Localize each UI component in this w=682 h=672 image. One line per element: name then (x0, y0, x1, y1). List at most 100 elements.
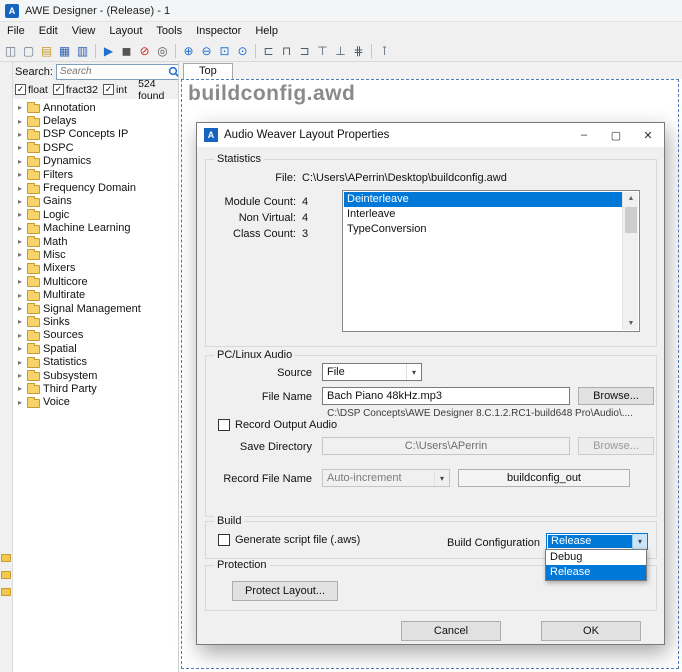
protect-layout-button[interactable]: Protect Layout... (232, 581, 338, 601)
no-entry-icon[interactable]: ⊘ (136, 42, 153, 59)
minimize-icon[interactable]: – (568, 123, 600, 147)
new-file-icon[interactable]: ▢ (20, 42, 37, 59)
zoom-out-icon[interactable]: ⊖ (198, 42, 215, 59)
menu-inspector[interactable]: Inspector (189, 23, 248, 39)
tree-item-sinks[interactable]: ▸Sinks (13, 315, 178, 328)
menu-edit[interactable]: Edit (32, 23, 65, 39)
tree-item-voice[interactable]: ▸Voice (13, 396, 178, 409)
config-option-debug[interactable]: Debug (546, 550, 646, 565)
filter-fract32[interactable]: ✓fract32 (53, 84, 98, 96)
tree-item-subsystem[interactable]: ▸Subsystem (13, 369, 178, 382)
expander-icon[interactable]: ▸ (16, 237, 24, 246)
expander-icon[interactable]: ▸ (16, 371, 24, 380)
expander-icon[interactable]: ▸ (16, 143, 24, 152)
source-combo[interactable]: File ▾ (322, 363, 422, 381)
tree-item-machine-learning[interactable]: ▸Machine Learning (13, 222, 178, 235)
zoom-fit-icon[interactable]: ⊡ (216, 42, 233, 59)
expander-icon[interactable]: ▸ (16, 358, 24, 367)
wire-tool-icon[interactable]: ⊺ (376, 42, 393, 59)
palette-folder-2-icon[interactable] (1, 571, 11, 579)
tree-item-logic[interactable]: ▸Logic (13, 208, 178, 221)
cancel-button[interactable]: Cancel (401, 621, 501, 641)
tree-item-spatial[interactable]: ▸Spatial (13, 342, 178, 355)
expander-icon[interactable]: ▸ (16, 170, 24, 179)
class-listbox[interactable]: DeinterleaveInterleaveTypeConversion ▲ ▼ (342, 190, 640, 332)
tab-top[interactable]: Top (183, 63, 233, 79)
tree-item-signal-management[interactable]: ▸Signal Management (13, 302, 178, 315)
expander-icon[interactable]: ▸ (16, 210, 24, 219)
config-option-release[interactable]: Release (546, 565, 646, 580)
expander-icon[interactable]: ▸ (16, 103, 24, 112)
tree-item-multicore[interactable]: ▸Multicore (13, 275, 178, 288)
run-icon[interactable]: ▶ (100, 42, 117, 59)
record-file-name-value[interactable]: buildconfig_out (458, 469, 630, 487)
target-icon[interactable]: ◎ (154, 42, 171, 59)
tree-item-filters[interactable]: ▸Filters (13, 168, 178, 181)
align-center-icon[interactable]: ⊓ (278, 42, 295, 59)
expander-icon[interactable]: ▸ (16, 331, 24, 340)
tree-item-mixers[interactable]: ▸Mixers (13, 262, 178, 275)
close-icon[interactable]: ✕ (632, 123, 664, 147)
scrollbar-thumb[interactable] (625, 207, 637, 233)
expander-icon[interactable]: ▸ (16, 317, 24, 326)
expander-icon[interactable]: ▸ (16, 130, 24, 139)
palette-folder-3-icon[interactable] (1, 588, 11, 596)
maximize-icon[interactable]: ▢ (600, 123, 632, 147)
zoom-in-icon[interactable]: ⊕ (180, 42, 197, 59)
tree-item-math[interactable]: ▸Math (13, 235, 178, 248)
tree-item-dspc[interactable]: ▸DSPC (13, 141, 178, 154)
align-bottom-icon[interactable]: ⊥ (332, 42, 349, 59)
menu-tools[interactable]: Tools (149, 23, 189, 39)
align-top-icon[interactable]: ⊤ (314, 42, 331, 59)
tree-item-multirate[interactable]: ▸Multirate (13, 288, 178, 301)
filter-int[interactable]: ✓int (103, 84, 127, 96)
listbox-scrollbar[interactable]: ▲ ▼ (622, 192, 638, 330)
build-config-dropdown[interactable]: DebugRelease (545, 549, 647, 581)
scroll-up-icon[interactable]: ▲ (623, 195, 639, 202)
chevron-down-icon[interactable]: ▾ (632, 534, 647, 549)
file-name-input[interactable]: Bach Piano 48kHz.mp3 (322, 387, 570, 405)
search-input[interactable] (57, 66, 166, 77)
menu-help[interactable]: Help (248, 23, 285, 39)
expander-icon[interactable]: ▸ (16, 291, 24, 300)
chevron-down-icon[interactable]: ▾ (406, 364, 421, 380)
save-all-icon[interactable]: ▥ (74, 42, 91, 59)
open-folder-icon[interactable]: ▤ (38, 42, 55, 59)
expander-icon[interactable]: ▸ (16, 224, 24, 233)
expander-icon[interactable]: ▸ (16, 304, 24, 313)
filter-float[interactable]: ✓float (15, 84, 48, 96)
tree-item-misc[interactable]: ▸Misc (13, 248, 178, 261)
expander-icon[interactable]: ▸ (16, 277, 24, 286)
class-item-typeconversion[interactable]: TypeConversion (344, 222, 622, 237)
generate-script-checkbox[interactable]: Generate script file (.aws) (218, 534, 360, 546)
class-item-deinterleave[interactable]: Deinterleave (344, 192, 622, 207)
tree-item-frequency-domain[interactable]: ▸Frequency Domain (13, 181, 178, 194)
menu-view[interactable]: View (65, 23, 103, 39)
tree-item-statistics[interactable]: ▸Statistics (13, 355, 178, 368)
browse-file-button[interactable]: Browse... (578, 387, 654, 405)
halt-icon[interactable]: ◼ (118, 42, 135, 59)
zoom-actual-icon[interactable]: ⊙ (234, 42, 251, 59)
expander-icon[interactable]: ▸ (16, 184, 24, 193)
expander-icon[interactable]: ▸ (16, 264, 24, 273)
tree-item-delays[interactable]: ▸Delays (13, 114, 178, 127)
tree-item-sources[interactable]: ▸Sources (13, 329, 178, 342)
record-output-checkbox[interactable]: Record Output Audio (218, 419, 337, 431)
class-item-interleave[interactable]: Interleave (344, 207, 622, 222)
tree-item-dsp-concepts-ip[interactable]: ▸DSP Concepts IP (13, 128, 178, 141)
menu-layout[interactable]: Layout (102, 23, 149, 39)
menu-file[interactable]: File (0, 23, 32, 39)
align-right-icon[interactable]: ⊐ (296, 42, 313, 59)
expander-icon[interactable]: ▸ (16, 250, 24, 259)
palette-folder-1-icon[interactable] (1, 554, 11, 562)
distribute-horizontal-icon[interactable]: ⋕ (350, 42, 367, 59)
expander-icon[interactable]: ▸ (16, 384, 24, 393)
tree-item-annotation[interactable]: ▸Annotation (13, 101, 178, 114)
build-config-combo[interactable]: Release ▾ (546, 533, 648, 550)
expander-icon[interactable]: ▸ (16, 398, 24, 407)
tree-item-dynamics[interactable]: ▸Dynamics (13, 155, 178, 168)
tree-item-gains[interactable]: ▸Gains (13, 195, 178, 208)
expander-icon[interactable]: ▸ (16, 157, 24, 166)
expander-icon[interactable]: ▸ (16, 197, 24, 206)
align-left-icon[interactable]: ⊏ (260, 42, 277, 59)
